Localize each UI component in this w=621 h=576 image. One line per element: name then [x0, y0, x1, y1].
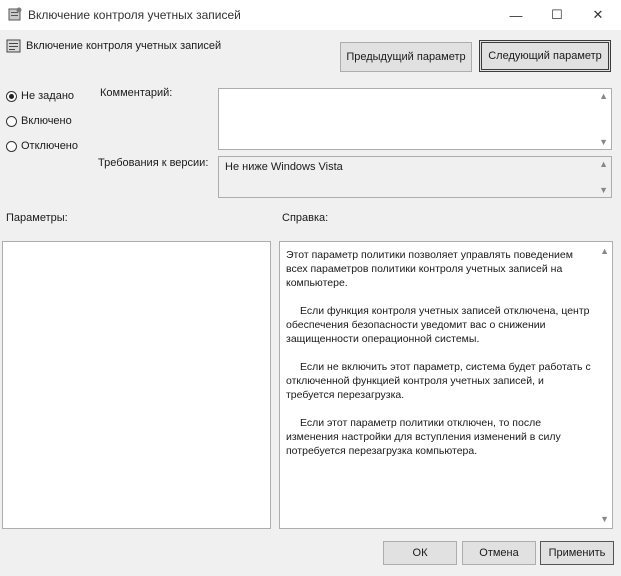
- help-scrollbar[interactable]: ▲ ▼: [596, 242, 612, 528]
- window-title: Включение контроля учетных записей: [28, 8, 241, 22]
- scroll-up-icon[interactable]: ▲: [600, 244, 609, 258]
- options-panel: [2, 241, 271, 529]
- scroll-down-icon[interactable]: ▼: [600, 512, 609, 526]
- comment-textarea[interactable]: ▲ ▼: [218, 88, 612, 150]
- comment-label: Комментарий:: [100, 87, 173, 99]
- radio-enabled[interactable]: Включено: [6, 115, 72, 127]
- previous-setting-button[interactable]: Предыдущий параметр: [340, 42, 472, 72]
- minimize-button[interactable]: —: [496, 0, 536, 30]
- supported-on-value: Не ниже Windows Vista: [225, 161, 343, 173]
- next-setting-button[interactable]: Следующий параметр: [479, 40, 611, 72]
- comment-scrollbar[interactable]: ▲ ▼: [595, 89, 611, 149]
- help-label: Справка:: [282, 212, 329, 224]
- radio-not-configured[interactable]: Не задано: [6, 90, 74, 102]
- help-paragraph: Если функция контроля учетных записей от…: [286, 305, 590, 345]
- radio-label: Не задано: [21, 90, 75, 102]
- help-paragraph: Если не включить этот параметр, система …: [286, 361, 591, 401]
- close-button[interactable]: ✕: [578, 0, 618, 30]
- radio-indicator: [6, 140, 17, 152]
- supported-on-field: Не ниже Windows Vista ▲ ▼: [218, 156, 612, 198]
- scroll-up-icon[interactable]: ▲: [599, 91, 608, 101]
- policy-settings-icon: [6, 39, 21, 53]
- apply-button[interactable]: Применить: [540, 541, 614, 565]
- help-paragraph: Этот параметр политики позволяет управля…: [286, 249, 573, 289]
- radio-label: Включено: [21, 115, 72, 127]
- help-paragraph: Если этот параметр политики отключен, то…: [286, 417, 561, 457]
- radio-label: Отключено: [21, 140, 78, 152]
- policy-settings-icon: [8, 7, 22, 21]
- scroll-up-icon[interactable]: ▲: [599, 159, 608, 169]
- cancel-button[interactable]: Отмена: [462, 541, 536, 565]
- radio-indicator: [6, 90, 17, 102]
- supported-scrollbar[interactable]: ▲ ▼: [595, 157, 611, 197]
- policy-name: Включение контроля учетных записей: [26, 40, 222, 52]
- scroll-down-icon[interactable]: ▼: [599, 137, 608, 147]
- options-label: Параметры:: [6, 212, 68, 224]
- ok-button[interactable]: ОК: [383, 541, 457, 565]
- maximize-button[interactable]: ☐: [537, 0, 577, 30]
- supported-on-label: Требования к версии:: [98, 157, 209, 169]
- radio-disabled[interactable]: Отключено: [6, 140, 78, 152]
- help-panel: Этот параметр политики позволяет управля…: [279, 241, 613, 529]
- scroll-down-icon[interactable]: ▼: [599, 185, 608, 195]
- radio-indicator: [6, 115, 17, 127]
